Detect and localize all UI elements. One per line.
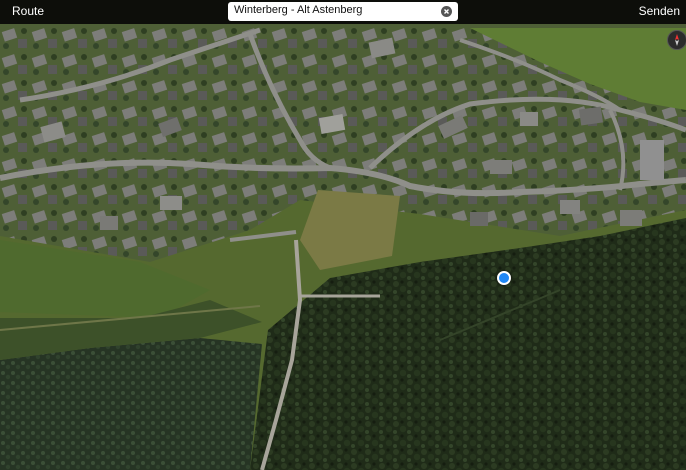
search-field[interactable]: Winterberg - Alt Astenberg	[228, 2, 458, 21]
compass-icon[interactable]	[667, 30, 686, 50]
clear-icon[interactable]	[441, 6, 452, 17]
route-button[interactable]: Route	[12, 4, 44, 18]
top-toolbar: Route Winterberg - Alt Astenberg Senden	[0, 0, 686, 24]
current-location-dot[interactable]	[497, 271, 511, 285]
search-input[interactable]: Winterberg - Alt Astenberg	[234, 4, 362, 16]
satellite-map[interactable]	[0, 0, 686, 470]
send-button[interactable]: Senden	[639, 4, 680, 18]
